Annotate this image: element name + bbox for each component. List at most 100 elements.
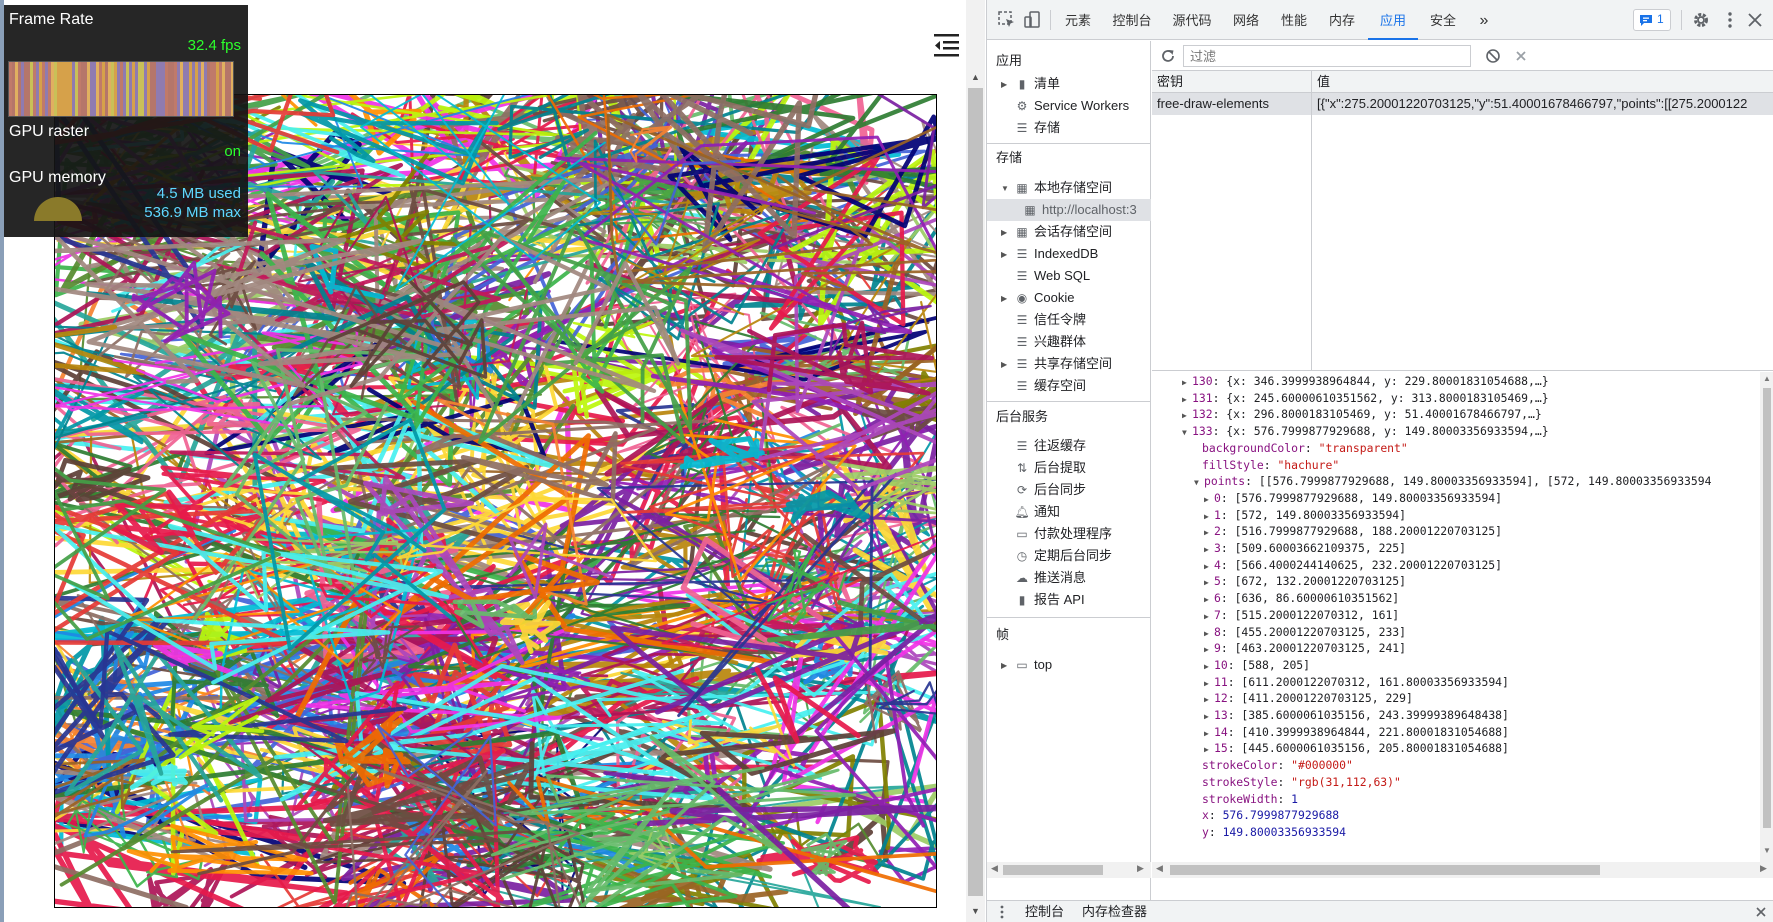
drawer-menu-icon[interactable] <box>999 905 1005 919</box>
tree-point[interactable]: ▶ 7: [515.2000122070312, 161] <box>1204 606 1399 624</box>
tree-point[interactable]: ▶ 14: [410.3999938964844, 221.80001831054… <box>1204 723 1509 741</box>
clear-all-icon[interactable] <box>1485 48 1501 64</box>
collapse-arrow-icon[interactable]: ▼ <box>1182 424 1192 442</box>
preview-vertical-scrollbar[interactable]: ▲ ▼ <box>1760 372 1773 862</box>
tree-prop: y: 149.80003356933594 <box>1202 824 1347 839</box>
column-header-key[interactable]: 密钥 <box>1157 71 1183 93</box>
drawer-tab-console[interactable]: 控制台 <box>1025 901 1064 922</box>
expand-arrow-icon[interactable]: ▶ <box>1001 74 1013 96</box>
tree-point[interactable]: ▶ 5: [672, 132.20001220703125] <box>1204 572 1406 590</box>
more-options-icon[interactable] <box>1720 10 1740 30</box>
scroll-left-icon[interactable]: ◀ <box>1156 863 1163 874</box>
device-toolbar-icon[interactable] <box>1023 10 1043 30</box>
tree-item[interactable]: ▶ 130: {x: 346.3999938964844, y: 229.8000… <box>1182 372 1549 390</box>
sidebar-item-reporting-api[interactable]: ▮ 报告 API <box>1013 589 1085 611</box>
sidebar-divider <box>987 143 1151 144</box>
inspect-element-icon[interactable] <box>997 10 1017 30</box>
sidebar-item-frame-top[interactable]: ▶ ▭ top <box>1001 654 1052 676</box>
sidebar-item-cookies[interactable]: ▶ ◉ Cookie <box>1001 287 1074 309</box>
expand-arrow-icon[interactable]: ▶ <box>1001 244 1013 266</box>
sidebar-item-background-sync[interactable]: ⟳ 后台同步 <box>1013 479 1086 501</box>
sidebar-header-storage: 存储 <box>996 150 1023 165</box>
tree-point[interactable]: ▶ 15: [445.6000061035156, 205.80001831054… <box>1204 739 1509 757</box>
preview-horizontal-scrollbar[interactable]: ◀ ▶ <box>1152 862 1773 878</box>
collapse-arrow-icon[interactable]: ▼ <box>1194 474 1204 492</box>
tree-point[interactable]: ▶ 12: [411.20001220703125, 229] <box>1204 689 1413 707</box>
tree-point[interactable]: ▶ 8: [455.20001220703125, 233] <box>1204 623 1406 641</box>
sidebar-item-localhost-origin[interactable]: ▦ http://localhost:3 <box>987 199 1151 221</box>
scrollbar-thumb[interactable] <box>1003 865 1103 875</box>
scrollbar-thumb[interactable] <box>1763 388 1771 828</box>
tree-point[interactable]: ▶ 3: [509.60003662109375, 225] <box>1204 539 1406 557</box>
column-header-value[interactable]: 值 <box>1317 71 1330 93</box>
column-divider[interactable] <box>1311 71 1312 371</box>
scroll-right-icon[interactable]: ▶ <box>1137 863 1144 874</box>
tab-elements[interactable]: 元素 <box>1055 0 1101 40</box>
drawer-tab-memory-inspector[interactable]: 内存检查器 <box>1082 901 1147 922</box>
close-devtools-icon[interactable] <box>1745 10 1765 30</box>
tree-point[interactable]: ▶ 1: [572, 149.80003356933594] <box>1204 506 1406 524</box>
delete-selected-icon[interactable] <box>1513 48 1529 64</box>
collapse-arrow-icon[interactable]: ▼ <box>1001 178 1013 200</box>
more-tabs-icon[interactable]: » <box>1472 0 1496 40</box>
sidebar-item-back-forward-cache[interactable]: ☰ 往返缓存 <box>1013 435 1086 457</box>
sidebar-item-label: Web SQL <box>1034 268 1091 283</box>
sidebar-item-interest-groups[interactable]: ☰ 兴趣群体 <box>1013 331 1086 353</box>
scroll-up-icon[interactable]: ▲ <box>966 68 985 86</box>
tab-security[interactable]: 安全 <box>1420 0 1466 40</box>
scroll-left-icon[interactable]: ◀ <box>991 863 998 874</box>
sidebar-item-cache-storage[interactable]: ☰ 缓存空间 <box>1013 375 1086 397</box>
sidebar-item-shared-storage[interactable]: ▶ ☰ 共享存储空间 <box>1001 353 1112 375</box>
settings-gear-icon[interactable] <box>1691 10 1711 30</box>
sidebar-item-local-storage[interactable]: ▼ ▦ 本地存储空间 <box>1001 177 1112 199</box>
tree-point[interactable]: ▶ 0: [576.7999877929688, 149.800033569335… <box>1204 489 1502 507</box>
sidebar-item-periodic-sync[interactable]: ◷ 定期后台同步 <box>1013 545 1112 567</box>
expand-arrow-icon[interactable]: ▶ <box>1001 288 1013 310</box>
table-row[interactable]: free-draw-elements [{"x":275.20001220703… <box>1152 93 1773 115</box>
sidebar-item-session-storage[interactable]: ▶ ▦ 会话存储空间 <box>1001 221 1112 243</box>
app-scrollbar-thumb[interactable] <box>968 88 983 896</box>
sidebar-item-storage[interactable]: ☰ 存储 <box>1013 117 1060 139</box>
expand-arrow-icon[interactable]: ▶ <box>1001 354 1013 376</box>
sidebar-item-manifest[interactable]: ▶ ▮ 清单 <box>1001 73 1060 95</box>
tab-console[interactable]: 控制台 <box>1103 0 1161 40</box>
tree-point[interactable]: ▶ 10: [588, 205] <box>1204 656 1310 674</box>
tab-performance[interactable]: 性能 <box>1271 0 1317 40</box>
tree-item[interactable]: ▶ 132: {x: 296.8000183105469, y: 51.40001… <box>1182 405 1542 423</box>
tab-network[interactable]: 网络 <box>1223 0 1269 40</box>
sidebar-horizontal-scrollbar[interactable]: ◀ ▶ <box>987 862 1151 878</box>
refresh-icon[interactable] <box>1160 48 1176 64</box>
filter-input[interactable] <box>1183 45 1471 67</box>
tree-point[interactable]: ▶ 4: [566.4000244140625, 232.200012207031… <box>1204 556 1502 574</box>
sidebar-item-web-sql[interactable]: ☰ Web SQL <box>1013 265 1091 287</box>
close-drawer-icon[interactable] <box>1755 906 1767 918</box>
sidebar-item-trust-tokens[interactable]: ☰ 信任令牌 <box>1013 309 1086 331</box>
tree-point[interactable]: ▶ 9: [463.20001220703125, 241] <box>1204 639 1406 657</box>
tree-point[interactable]: ▶ 11: [611.2000122070312, 161.80003356933… <box>1204 673 1509 691</box>
expand-arrow-icon[interactable]: ▶ <box>1001 222 1013 244</box>
scroll-down-icon[interactable]: ▼ <box>966 902 985 920</box>
tab-memory[interactable]: 内存 <box>1319 0 1365 40</box>
tree-prop-points[interactable]: ▼ points: [[576.7999877929688, 149.800033… <box>1194 472 1711 490</box>
sidebar-item-service-workers[interactable]: ⚙ Service Workers <box>1013 95 1130 117</box>
sidebar-item-notifications[interactable]: 🔔︎ 通知 <box>1013 501 1060 523</box>
tree-item[interactable]: ▼ 133: {x: 576.7999877929688, y: 149.8000… <box>1182 422 1549 440</box>
scrollbar-thumb[interactable] <box>1170 865 1600 875</box>
scroll-down-icon[interactable]: ▼ <box>1763 846 1771 855</box>
sidebar-item-payment-handler[interactable]: ▭ 付款处理程序 <box>1013 523 1112 545</box>
tree-point[interactable]: ▶ 6: [636, 86.60000610351562] <box>1204 589 1399 607</box>
scroll-right-icon[interactable]: ▶ <box>1760 863 1767 874</box>
menu-collapse-icon[interactable] <box>930 31 962 59</box>
expand-arrow-icon[interactable]: ▶ <box>1001 655 1013 677</box>
tree-point[interactable]: ▶ 2: [516.7999877929688, 188.200012207031… <box>1204 522 1502 540</box>
app-scrollbar[interactable]: ▲ ▼ <box>966 0 985 922</box>
scroll-up-icon[interactable]: ▲ <box>1763 374 1771 383</box>
tab-application[interactable]: 应用 <box>1368 0 1418 40</box>
tree-point[interactable]: ▶ 13: [385.6000061035156, 243.39999389648… <box>1204 706 1509 724</box>
tab-sources[interactable]: 源代码 <box>1163 0 1221 40</box>
issues-button[interactable]: 1 <box>1633 9 1671 31</box>
tree-item[interactable]: ▶ 131: {x: 245.60000610351562, y: 313.800… <box>1182 389 1549 407</box>
sidebar-item-indexeddb[interactable]: ▶ ☰ IndexedDB <box>1001 243 1098 265</box>
sidebar-item-background-fetch[interactable]: ⇅ 后台提取 <box>1013 457 1086 479</box>
sidebar-item-push-messaging[interactable]: ☁ 推送消息 <box>1013 567 1086 589</box>
